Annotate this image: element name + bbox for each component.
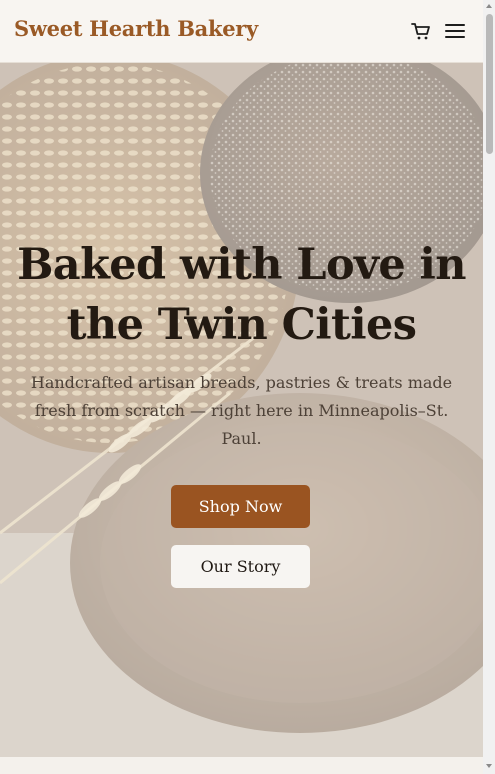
scrollbar-thumb[interactable] bbox=[486, 14, 493, 154]
shop-now-button[interactable]: Shop Now bbox=[171, 485, 310, 528]
hero-heading-line-2: the Twin Cities bbox=[66, 300, 417, 350]
scroll-down-arrow-icon[interactable] bbox=[486, 764, 492, 768]
menu-icon bbox=[445, 24, 465, 38]
page: Sweet Hearth Bakery Baked with Love in t… bbox=[0, 0, 483, 774]
page-scrollbar[interactable] bbox=[483, 0, 495, 774]
our-story-button[interactable]: Our Story bbox=[171, 545, 310, 588]
menu-button[interactable] bbox=[444, 20, 466, 42]
hero-subtitle: Handcrafted artisan breads, pastries & t… bbox=[30, 373, 453, 448]
hero-section: Baked with Love in the Twin Cities Handc… bbox=[0, 63, 483, 757]
scroll-up-arrow-icon[interactable] bbox=[486, 4, 492, 8]
brand-logo[interactable]: Sweet Hearth Bakery bbox=[14, 16, 258, 41]
cart-button[interactable] bbox=[410, 20, 432, 42]
hero-heading: Baked with Love in the Twin Cities bbox=[0, 235, 483, 355]
next-section-edge bbox=[0, 757, 483, 774]
hero-heading-line-1: Baked with Love in bbox=[17, 240, 466, 290]
site-header: Sweet Hearth Bakery bbox=[0, 0, 483, 63]
cart-icon bbox=[411, 23, 430, 40]
